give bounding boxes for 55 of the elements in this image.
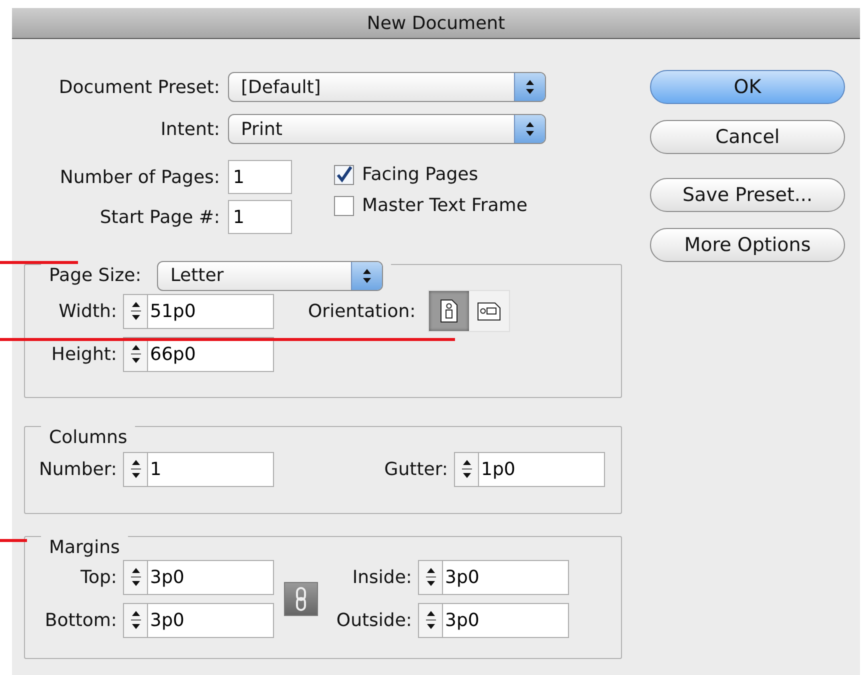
- input-field[interactable]: 3p0: [147, 602, 274, 638]
- stepper-arrows-icon[interactable]: [123, 560, 147, 594]
- field-label: Top:: [80, 566, 118, 588]
- stepper-arrows-icon[interactable]: [123, 336, 147, 372]
- stepper-arrows-icon[interactable]: [123, 452, 147, 486]
- field-label: Number of Pages:: [58, 166, 220, 188]
- field-label: Number:: [38, 458, 118, 480]
- field-label: Outside:: [335, 610, 413, 630]
- dialog-button[interactable]: Save Preset...: [650, 178, 845, 212]
- checkbox[interactable]: [334, 196, 354, 216]
- dropdown-arrows-icon: [351, 262, 382, 290]
- field-label: Gutter:: [383, 458, 449, 480]
- checkbox-label: Master Text Frame: [362, 195, 528, 216]
- annotation-line: [0, 539, 27, 542]
- stepper-arrows-icon[interactable]: [418, 560, 442, 594]
- field-label: Width:: [58, 300, 118, 322]
- input-field[interactable]: 3p0: [442, 602, 569, 638]
- input-field[interactable]: 66p0: [147, 336, 274, 372]
- dialog-button[interactable]: Cancel: [650, 120, 845, 154]
- stepper-arrows-icon[interactable]: [123, 294, 147, 328]
- portrait-orientation-button[interactable]: [428, 291, 469, 331]
- stepper-arrows-icon[interactable]: [454, 452, 478, 486]
- dropdown-arrows-icon: [514, 73, 545, 101]
- field-label: Orientation:: [308, 300, 416, 322]
- input-field[interactable]: 1: [147, 452, 274, 486]
- field-label: Height:: [50, 344, 118, 364]
- input-field[interactable]: 3p0: [442, 560, 569, 594]
- input-field[interactable]: 51p0: [147, 294, 274, 328]
- landscape-page-icon: [476, 300, 501, 322]
- input-field[interactable]: 1p0: [478, 452, 605, 486]
- field-label: Page Size:: [49, 265, 142, 286]
- dropdown[interactable]: Letter: [157, 260, 384, 290]
- link-chain-button[interactable]: [284, 582, 318, 616]
- portrait-page-icon: [438, 299, 459, 323]
- field-label: Document Preset:: [58, 76, 220, 98]
- field-label: Start Page #:: [98, 206, 220, 228]
- field-label: Inside:: [351, 566, 413, 588]
- field-label: Bottom:: [44, 610, 118, 630]
- dialog-button[interactable]: OK: [650, 70, 845, 104]
- input-field[interactable]: 3p0: [147, 560, 274, 594]
- dropdown[interactable]: Print: [228, 114, 546, 144]
- dropdown[interactable]: [Default]: [228, 72, 546, 102]
- field-label: Intent:: [160, 118, 220, 140]
- window-title: New Document: [366, 12, 506, 34]
- dialog-button[interactable]: More Options: [650, 228, 845, 262]
- input-field[interactable]: 1: [228, 160, 292, 194]
- checkbox-label: Facing Pages: [362, 164, 478, 185]
- dropdown-arrows-icon: [514, 115, 545, 143]
- checkbox[interactable]: [334, 164, 354, 184]
- input-field[interactable]: 1: [228, 200, 292, 234]
- section-title: Columns: [49, 427, 128, 448]
- stepper-arrows-icon[interactable]: [123, 602, 147, 638]
- stepper-arrows-icon[interactable]: [418, 602, 442, 638]
- chain-link-icon: [294, 586, 308, 610]
- section-title: Margins: [49, 537, 120, 558]
